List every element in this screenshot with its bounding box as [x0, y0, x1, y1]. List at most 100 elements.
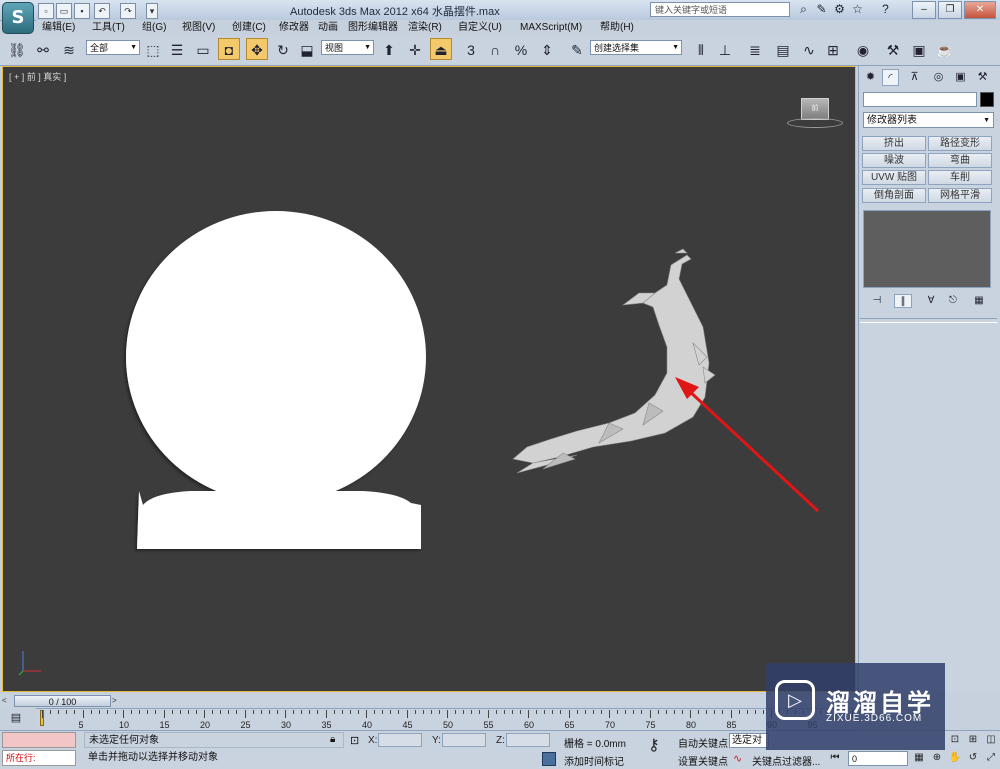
menu-animation[interactable]: 动画	[318, 20, 338, 35]
menu-graph-editors[interactable]: 图形编辑器	[348, 20, 398, 35]
selection-lock-icon[interactable]: 🔒︎	[330, 734, 335, 745]
pin-stack-icon[interactable]: ⊣	[868, 294, 886, 308]
align-icon[interactable]: ⊥	[714, 38, 736, 60]
graphite-modeling-icon[interactable]: ▤	[772, 38, 794, 60]
render-production-icon[interactable]: ☕	[934, 38, 956, 60]
menu-customize[interactable]: 自定义(U)	[458, 20, 502, 35]
schematic-view-icon[interactable]: ⊞	[822, 38, 844, 60]
keyboard-shortcut-override-icon[interactable]: ⏏	[430, 38, 452, 60]
select-and-scale-icon[interactable]: ⬓	[296, 38, 318, 60]
zoom-extents-all-icon[interactable]: ⊞	[966, 733, 980, 747]
new-file-icon[interactable]: ▫	[38, 3, 54, 19]
select-and-manipulate-icon[interactable]: ✛	[404, 38, 426, 60]
save-icon[interactable]: ▪	[74, 3, 90, 19]
add-time-tag-button[interactable]: 添加时间标记	[564, 753, 624, 768]
open-folder-icon[interactable]: ▭	[56, 3, 72, 19]
create-tab[interactable]: ✹	[862, 69, 879, 86]
object-color-swatch[interactable]	[980, 92, 994, 107]
unlink-icon[interactable]: ⚯	[32, 38, 54, 60]
modifier-button-bend[interactable]: 弯曲	[928, 153, 992, 168]
modify-tab[interactable]: ◜	[882, 69, 899, 86]
modifier-button-lathe[interactable]: 车削	[928, 170, 992, 185]
remove-modifier-icon[interactable]: ⎋	[944, 294, 962, 308]
modifier-list-dropdown[interactable]: 修改器列表 ▼	[863, 112, 994, 128]
modifier-button-path-deform[interactable]: 路径变形	[928, 136, 992, 151]
modifier-button-meshsmooth[interactable]: 网格平滑	[928, 188, 992, 203]
edit-named-selection-icon[interactable]: ✎	[566, 38, 588, 60]
select-object-icon[interactable]: ⬚	[142, 38, 164, 60]
tools-icon[interactable]: ✎	[814, 2, 829, 17]
zoom-icon[interactable]: ⊕	[930, 751, 944, 765]
menu-modifiers[interactable]: 修改器	[279, 20, 309, 35]
object-name-field[interactable]	[863, 92, 977, 107]
render-setup-icon[interactable]: ⚒	[882, 38, 904, 60]
pan-hand-icon[interactable]: ✋	[948, 751, 962, 765]
material-editor-icon[interactable]: ◉	[852, 38, 874, 60]
key-selection-dropdown[interactable]: 选定对象	[729, 733, 769, 748]
show-end-result-icon[interactable]: ∥	[894, 294, 912, 308]
make-unique-icon[interactable]: ∀	[922, 294, 940, 308]
pivot-center-icon[interactable]: ⬆	[378, 38, 400, 60]
utilities-tab[interactable]: ⚒	[974, 69, 991, 86]
modifier-button-extrude[interactable]: 挤出	[862, 136, 926, 151]
menu-rendering[interactable]: 渲染(R)	[408, 20, 442, 35]
favorites-star-icon[interactable]: ☆	[850, 2, 865, 17]
menu-group[interactable]: 组(G)	[142, 20, 166, 35]
mirror-icon[interactable]: ⫴	[690, 38, 712, 60]
spinner-snap-icon[interactable]: ⇕	[536, 38, 558, 60]
go-to-start-icon[interactable]: ⏮	[828, 751, 842, 765]
modifier-button-noise[interactable]: 噪波	[862, 153, 926, 168]
search-input[interactable]: 键入关键字或短语	[650, 2, 790, 17]
menu-maxscript[interactable]: MAXScript(M)	[520, 20, 582, 35]
restore-button[interactable]: ❐	[938, 1, 962, 19]
time-slider-prev-icon[interactable]: <	[2, 696, 12, 706]
window-crossing-icon[interactable]: ◘	[218, 38, 240, 60]
percent-snap-icon[interactable]: %	[510, 38, 532, 60]
select-and-move-icon[interactable]: ✥	[246, 38, 268, 60]
time-tag-icon[interactable]	[542, 752, 556, 766]
rectangular-selection-icon[interactable]: ▭	[192, 38, 214, 60]
menu-tools[interactable]: 工具(T)	[92, 20, 125, 35]
named-selection-dropdown[interactable]: 创建选择集 ▼	[590, 40, 682, 55]
customize-dropdown-icon[interactable]: ▾	[146, 3, 158, 19]
key-filters-button[interactable]: 关键点过滤器...	[752, 753, 820, 768]
binoculars-icon[interactable]: ⌕	[796, 2, 811, 17]
rendered-frame-window-icon[interactable]: ▣	[908, 38, 930, 60]
layer-manager-icon[interactable]: ≣	[744, 38, 766, 60]
absolute-mode-icon[interactable]: ⊡	[350, 734, 359, 747]
set-key-button[interactable]: 设置关键点	[678, 753, 728, 768]
z-coordinate-field[interactable]	[506, 733, 550, 747]
modifier-button-uvw-map[interactable]: UVW 贴图	[862, 170, 926, 185]
curve-editor-icon[interactable]: ∿	[798, 38, 820, 60]
mini-curve-editor-icon[interactable]: ▤	[8, 712, 24, 724]
redo-icon[interactable]: ↷	[120, 3, 136, 19]
undo-icon[interactable]: ↶	[94, 3, 110, 19]
set-keys-icon[interactable]: ⚷	[648, 738, 670, 754]
display-tab[interactable]: ▣	[952, 69, 969, 86]
select-and-link-icon[interactable]: ⛓	[6, 38, 28, 60]
bind-to-space-warp-icon[interactable]: ≋	[58, 38, 80, 60]
modifier-stack-view[interactable]	[863, 210, 991, 288]
time-slider-next-icon[interactable]: >	[112, 696, 122, 706]
angle-snap-icon[interactable]: ∩	[484, 38, 506, 60]
hierarchy-tab[interactable]: ⊼	[906, 69, 923, 86]
current-frame-field[interactable]: 0	[848, 751, 908, 766]
minimize-button[interactable]: –	[912, 1, 936, 19]
app-logo-button[interactable]: S	[2, 2, 34, 34]
orbit-icon[interactable]: ↺	[966, 751, 980, 765]
zoom-extents-icon[interactable]: ⊡	[948, 733, 962, 747]
configure-modifier-sets-icon[interactable]: ▦	[970, 294, 988, 308]
menu-views[interactable]: 视图(V)	[182, 20, 215, 35]
time-config-icon[interactable]: ▦	[912, 751, 926, 765]
motion-tab[interactable]: ◎	[930, 69, 947, 86]
phoenix-model[interactable]	[512, 248, 716, 474]
front-viewport[interactable]: [ + ] 前 ] 真实 ] 前	[2, 66, 856, 692]
help-icon[interactable]: ?	[878, 2, 893, 17]
modifier-button-bevel-profile[interactable]: 倒角剖面	[862, 188, 926, 203]
x-coordinate-field[interactable]	[378, 733, 422, 747]
communication-icon[interactable]: ⚙	[832, 2, 847, 17]
menu-create[interactable]: 创建(C)	[232, 20, 266, 35]
menu-help[interactable]: 帮助(H)	[600, 20, 634, 35]
crystal-ball-model[interactable]	[126, 211, 426, 549]
menu-edit[interactable]: 编辑(E)	[42, 20, 75, 35]
